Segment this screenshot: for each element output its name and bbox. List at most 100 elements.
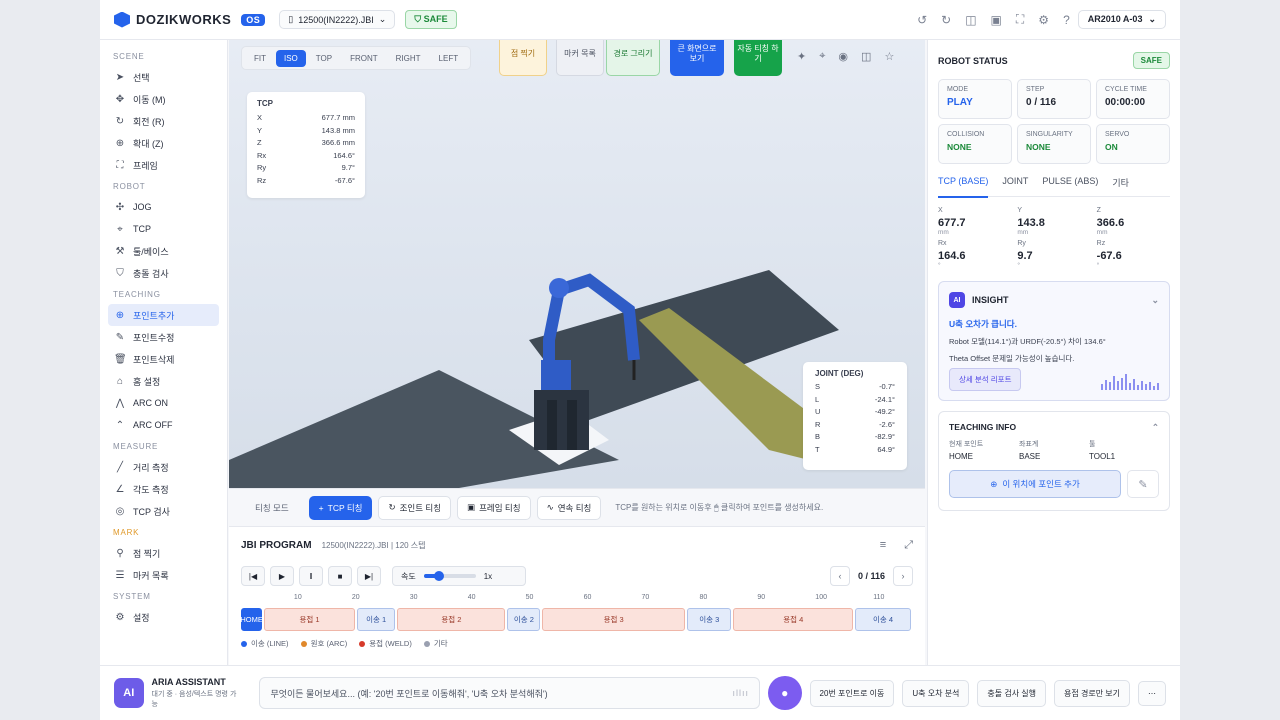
speed-slider-knob[interactable] xyxy=(434,571,445,581)
logo-icon xyxy=(114,11,130,28)
pause-button[interactable]: ‖ xyxy=(299,566,323,586)
sidebar-item[interactable]: ✣ JOG xyxy=(108,196,219,218)
speed-slider[interactable] xyxy=(423,571,476,581)
kv-row: T 64.9° xyxy=(815,445,895,458)
sidebar-item[interactable]: ╱ 거리 측정 xyxy=(108,456,219,478)
timeline-segment[interactable]: 용접 4 xyxy=(733,608,854,631)
3d-viewport[interactable]: FIT ISO TOP FRONT RIGHT LEFT 점 찍기 마커 목록 경로 그리… xyxy=(229,40,925,488)
sidebar-item[interactable]: ∠ 각도 측정 xyxy=(108,478,219,500)
help-icon[interactable]: ? xyxy=(1063,13,1070,27)
timeline-segment[interactable]: 이송 1 xyxy=(356,608,396,631)
chevron-up-icon[interactable]: ⌃ xyxy=(1152,422,1159,433)
edit-point-button[interactable]: ✎ xyxy=(1127,470,1159,498)
expand-icon[interactable]: ⤢ xyxy=(904,539,913,552)
sidebar-item[interactable]: ⚙ 설정 xyxy=(108,606,219,628)
sidebar-item[interactable]: ↻ 회전 (R) xyxy=(108,110,219,132)
more-options-button[interactable]: ⋯ xyxy=(1138,680,1166,706)
sidebar-item[interactable]: ⊕ 확대 (Z) xyxy=(108,132,219,154)
joint-teach-button[interactable]: ↻ 조인트 티칭 xyxy=(378,495,452,520)
timeline-segment[interactable]: 이송 3 xyxy=(687,608,732,631)
view-tab[interactable]: RIGHT xyxy=(388,50,429,67)
sidebar-item[interactable]: ✎ 포인트수정 xyxy=(108,326,219,348)
auto-teach-tool[interactable]: 자동 티칭 하기 xyxy=(734,40,782,76)
axis-icon[interactable]: ✦ xyxy=(797,50,806,63)
coord-tab[interactable]: TCP (BASE) xyxy=(938,176,989,198)
snapshot-icon[interactable]: ◫ xyxy=(861,50,871,63)
assistant-chat-input[interactable]: 무엇이든 물어보세요... (예: '20번 포인트로 이동해줘', 'U축 오… xyxy=(259,677,761,709)
marker-list-label: 마커 목록 xyxy=(564,49,596,59)
sidebar-item[interactable]: ⌖ TCP xyxy=(108,218,219,240)
ruler-tick: 50 xyxy=(525,594,534,601)
view-tab[interactable]: TOP xyxy=(308,50,340,67)
file-selector[interactable]: ▯ 12500(IN2222).JBI ⌄ xyxy=(279,10,396,29)
timeline-segment[interactable]: 이송 2 xyxy=(507,608,541,631)
redo-icon[interactable]: ↻ xyxy=(941,13,951,27)
camera-icon[interactable]: ◫ xyxy=(965,13,976,27)
skip-back-button[interactable]: |◀ xyxy=(241,566,265,586)
quick-action-button[interactable]: U축 오차 분석 xyxy=(902,679,970,707)
menu-icon[interactable]: ≡ xyxy=(880,539,886,552)
sidebar-item[interactable]: ⚒ 툴/베이스 xyxy=(108,240,219,262)
sidebar-item[interactable]: ⋀ ARC ON xyxy=(108,392,219,414)
coord-tab[interactable]: PULSE (ABS) xyxy=(1042,176,1098,189)
play-button[interactable]: ▶ xyxy=(270,566,294,586)
sidebar-item-label: 포인트수정 xyxy=(133,332,175,343)
timeline-segment[interactable]: 용접 1 xyxy=(264,608,355,631)
robot-model-selector[interactable]: AR2010 A-03 ⌄ xyxy=(1077,10,1166,29)
chevron-down-icon[interactable]: ⌄ xyxy=(1151,295,1159,306)
robot-joint xyxy=(549,278,569,298)
detail-report-button[interactable]: 상세 분석 리포트 xyxy=(949,368,1022,391)
coord-tab[interactable]: 기타 xyxy=(1112,176,1129,189)
kv-value: 9.7° xyxy=(341,163,355,172)
draw-path-tool[interactable]: 경로 그리기 xyxy=(606,40,660,76)
prev-step-button[interactable]: ‹ xyxy=(829,566,850,586)
settings-icon[interactable]: ⚙ xyxy=(1038,13,1049,27)
continuous-teach-button[interactable]: ∿ 연속 티칭 xyxy=(536,495,602,520)
eye-icon[interactable]: ◉ xyxy=(838,50,848,63)
view-tab[interactable]: ISO xyxy=(276,49,306,67)
view-tab[interactable]: FRONT xyxy=(342,50,386,67)
video-icon[interactable]: ▣ xyxy=(991,13,1002,27)
crosshair-icon[interactable]: ⌖ xyxy=(819,50,825,63)
sidebar-item[interactable]: ⚲ 점 찍기 xyxy=(108,542,219,564)
timeline-ruler: 10 20 30 40 50 60 70 80 90 100 110 xyxy=(241,594,913,606)
microphone-button[interactable]: ● xyxy=(768,676,802,710)
quick-action-button[interactable]: 충돌 검사 실행 xyxy=(977,679,1047,707)
timeline-segment[interactable]: 용접 2 xyxy=(397,608,506,631)
timeline-segment[interactable]: HOME xyxy=(240,608,263,631)
ruler-tick: 30 xyxy=(409,594,418,601)
sidebar-item[interactable]: ⌃ ARC OFF xyxy=(108,414,219,436)
mark-point-tool[interactable]: 점 찍기 xyxy=(499,40,547,76)
sidebar-item[interactable]: ◎ TCP 검사 xyxy=(108,500,219,522)
tcp-teach-button[interactable]: + TCP 티칭 xyxy=(308,495,373,520)
coord-tab[interactable]: JOINT xyxy=(1002,176,1028,189)
skip-forward-button[interactable]: ▶| xyxy=(357,566,381,586)
sidebar-item[interactable]: ⊕ 포인트추가 xyxy=(108,304,219,326)
view-tab[interactable]: LEFT xyxy=(431,50,467,67)
quick-action-button[interactable]: 용접 경로만 보기 xyxy=(1054,679,1130,707)
sidebar-item[interactable]: ⌂ 홈 설정 xyxy=(108,370,219,392)
undo-icon[interactable]: ↺ xyxy=(917,13,927,27)
brand-logo[interactable]: DOZIKWORKS OS xyxy=(114,11,266,28)
timeline-segment[interactable]: 이송 4 xyxy=(855,608,911,631)
coord-value: 366.6 xyxy=(1096,217,1125,229)
fullscreen-icon[interactable]: ⛶ xyxy=(1016,12,1024,27)
sidebar-item[interactable]: ➤ 선택 xyxy=(108,66,219,88)
kv-value: 677.7 mm xyxy=(321,113,355,122)
quick-action-button[interactable]: 20번 포인트로 이동 xyxy=(809,679,895,707)
fullscreen-view-tool[interactable]: 큰 화면으로 보기 xyxy=(670,40,724,76)
view-tab[interactable]: FIT xyxy=(246,50,274,67)
sidebar-item[interactable]: 🗑 포인트삭제 xyxy=(108,348,219,370)
star-icon[interactable]: ☆ xyxy=(884,50,894,63)
assistant-bar: AI ARIA ASSISTANT 대기 중 · 음성/텍스트 명령 가능 무엇… xyxy=(100,665,1180,720)
frame-teach-button[interactable]: ▣ 프레임 티칭 xyxy=(457,495,531,520)
timeline-segment[interactable]: 용접 3 xyxy=(542,608,686,631)
stop-button[interactable]: ■ xyxy=(328,566,352,586)
next-step-button[interactable]: › xyxy=(893,566,913,586)
sidebar-item[interactable]: ⛉ 충돌 검사 xyxy=(108,262,219,284)
marker-list-tool[interactable]: 마커 목록 xyxy=(556,40,604,76)
add-point-here-button[interactable]: ⊕ 이 위치에 포인트 추가 xyxy=(949,470,1121,498)
sidebar-item[interactable]: ✥ 이동 (M) xyxy=(108,88,219,110)
sidebar-item[interactable]: ☰ 마커 목록 xyxy=(108,564,219,586)
sidebar-item[interactable]: ⛶ 프레임 xyxy=(108,154,219,176)
